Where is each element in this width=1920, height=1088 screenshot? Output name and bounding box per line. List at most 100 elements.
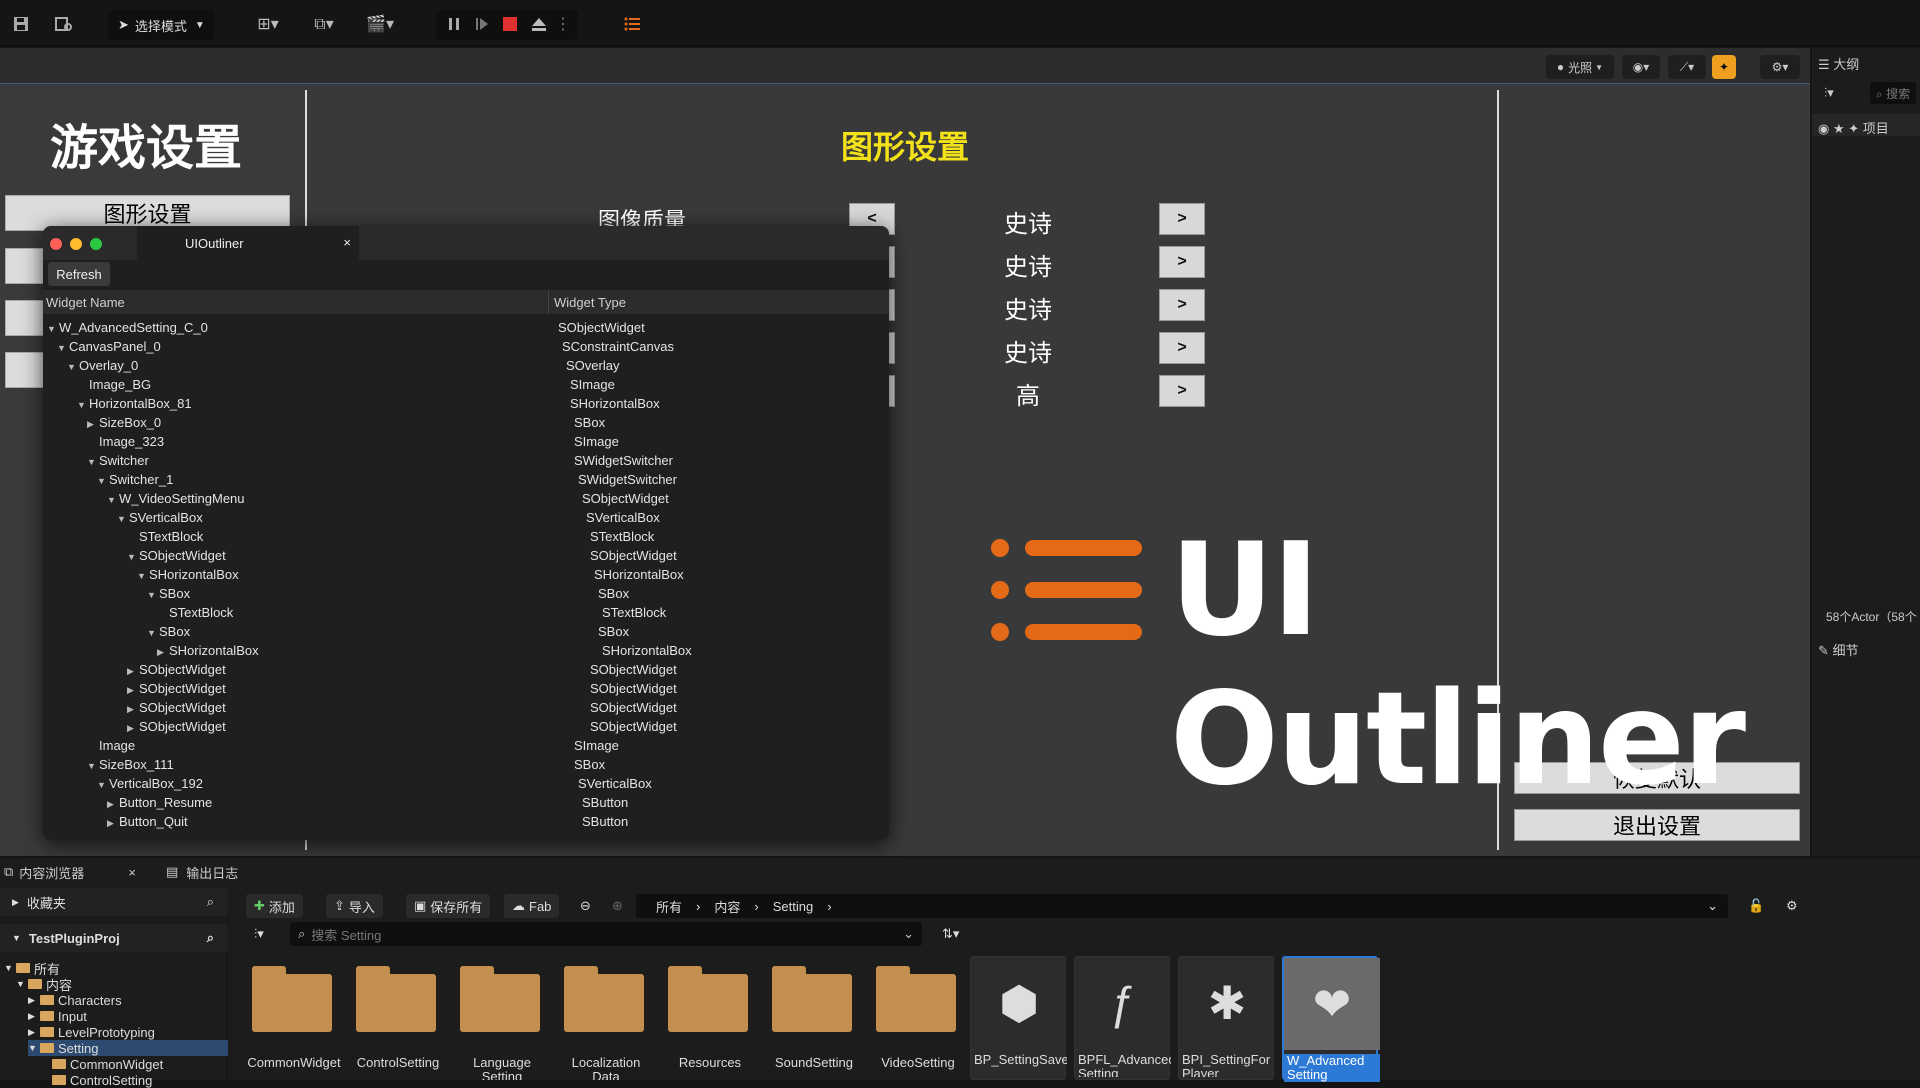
asset-tile[interactable]: ⬢ BP_SettingSave — [970, 956, 1067, 1080]
expanded-arrow-icon[interactable]: ▼ — [77, 400, 87, 410]
tree-folder-item[interactable]: ▶ Input — [28, 1008, 87, 1024]
folder-tile[interactable]: Resources — [662, 956, 758, 1080]
expanded-arrow-icon[interactable]: ▼ — [87, 761, 97, 771]
table-row[interactable]: ▼ SVerticalBox SVerticalBox — [43, 508, 889, 527]
eject-icon[interactable] — [528, 10, 550, 38]
collapsed-arrow-icon[interactable]: ▶ — [127, 666, 137, 677]
next-button[interactable]: > — [1159, 203, 1205, 235]
search-icon[interactable]: ⌕ — [207, 894, 214, 910]
asset-search-input[interactable]: ⌕ 搜索 Setting ⌄ — [290, 922, 922, 946]
add-button[interactable]: ✚ 添加 — [246, 894, 303, 918]
favorites-header[interactable]: ▶ 收藏夹 ⌕ — [0, 888, 228, 916]
expanded-arrow-icon[interactable]: ▼ — [57, 343, 67, 353]
table-row[interactable]: ▶ SObjectWidget SObjectWidget — [43, 660, 889, 679]
minimize-window-icon[interactable] — [70, 238, 82, 250]
table-row[interactable]: ▶ Button_Quit SButton — [43, 812, 889, 831]
expanded-arrow-icon[interactable]: ▼ — [47, 324, 57, 334]
table-row[interactable]: Image_323 SImage — [43, 432, 889, 451]
collapsed-arrow-icon[interactable]: ▶ — [87, 419, 97, 430]
expanded-arrow-icon[interactable]: ▼ — [97, 780, 107, 790]
folder-tile[interactable]: Language Setting — [454, 956, 550, 1080]
table-row[interactable]: ▼ Overlay_0 SOverlay — [43, 356, 889, 375]
asset-tile[interactable]: ❤ W_Advanced Setting — [1282, 956, 1380, 1082]
table-row[interactable]: ▼ W_VideoSettingMenu SObjectWidget — [43, 489, 889, 508]
snap-dropdown[interactable]: ⟋▾ — [1668, 55, 1706, 79]
menu-button-4[interactable] — [5, 352, 45, 388]
folder-tile[interactable]: CommonWidget — [246, 956, 342, 1080]
outline-search-input[interactable]: ⌕ 搜索 — [1870, 82, 1916, 104]
table-row[interactable]: ▼ SBox SBox — [43, 622, 889, 641]
table-row[interactable]: ▶ SHorizontalBox SHorizontalBox — [43, 641, 889, 660]
tab-output-log[interactable]: ▤ 输出日志 — [166, 858, 266, 886]
window-tab[interactable]: UIOutliner × — [137, 226, 359, 260]
forward-icon[interactable]: ⊕ — [604, 894, 631, 918]
expanded-arrow-icon[interactable]: ▼ — [107, 495, 117, 505]
table-row[interactable]: ▶ Button_Resume SButton — [43, 793, 889, 812]
tree-folder-item[interactable]: ControlSetting — [40, 1072, 152, 1088]
folder-tile[interactable]: ControlSetting — [350, 956, 446, 1080]
menu-button-3[interactable] — [5, 300, 45, 336]
chevron-right-icon[interactable]: ▶ — [28, 1011, 40, 1022]
chevron-down-icon[interactable]: ▼ — [28, 1043, 40, 1053]
tab-content-browser[interactable]: ⧉ 内容浏览器 × — [4, 858, 154, 886]
table-row[interactable]: ▼ CanvasPanel_0 SConstraintCanvas — [43, 337, 889, 356]
menu-button-2[interactable] — [5, 248, 45, 284]
table-row[interactable]: ▶ SObjectWidget SObjectWidget — [43, 679, 889, 698]
chevron-down-icon[interactable]: ▼ — [16, 979, 28, 989]
project-header[interactable]: ▼ TestPluginProj ⌕ — [0, 924, 228, 952]
asset-tile[interactable]: ƒ BPFL_Advanced Setting — [1074, 956, 1171, 1080]
table-row[interactable]: ▼ SBox SBox — [43, 584, 889, 603]
breadcrumb-item[interactable]: 内容 — [714, 897, 740, 916]
table-row[interactable]: ▼ W_AdvancedSetting_C_0 SObjectWidget — [43, 318, 889, 337]
gear-icon[interactable]: ⚙ — [1778, 894, 1806, 918]
table-row[interactable]: ▼ HorizontalBox_81 SHorizontalBox — [43, 394, 889, 413]
table-row[interactable]: ▶ SObjectWidget SObjectWidget — [43, 717, 889, 736]
fab-button[interactable]: ☁ Fab — [504, 894, 560, 918]
folder-tile[interactable]: SoundSetting — [766, 956, 862, 1080]
close-window-icon[interactable] — [50, 238, 62, 250]
table-row[interactable]: ▼ SizeBox_111 SBox — [43, 755, 889, 774]
expanded-arrow-icon[interactable]: ▼ — [137, 571, 147, 581]
expanded-arrow-icon[interactable]: ▼ — [97, 476, 107, 486]
cinematics-icon[interactable]: 🎬▾ — [360, 10, 400, 38]
table-row[interactable]: ▼ SHorizontalBox SHorizontalBox — [43, 565, 889, 584]
next-button[interactable]: > — [1159, 375, 1205, 407]
chevron-right-icon[interactable]: ▶ — [28, 1027, 40, 1038]
filter-icon[interactable]: ⫶▾ — [1824, 85, 1834, 101]
ui-outliner-icon[interactable] — [620, 10, 644, 38]
table-row[interactable]: ▶ SObjectWidget SObjectWidget — [43, 698, 889, 717]
show-eye-dropdown[interactable]: ◉▾ — [1622, 55, 1660, 79]
table-row[interactable]: ▼ VerticalBox_192 SVerticalBox — [43, 774, 889, 793]
table-row[interactable]: STextBlock STextBlock — [43, 603, 889, 622]
stop-icon[interactable] — [500, 10, 520, 38]
realtime-toggle[interactable]: ✦ — [1712, 55, 1736, 79]
more-options-icon[interactable]: ⋮ — [555, 10, 571, 38]
close-tab-icon[interactable]: × — [128, 865, 136, 880]
save-all-button[interactable]: ▣ 保存所有 — [406, 894, 491, 918]
table-row[interactable]: Image SImage — [43, 736, 889, 755]
chevron-down-icon[interactable]: ⌄ — [903, 926, 914, 942]
collapsed-arrow-icon[interactable]: ▶ — [157, 647, 167, 658]
folder-tile[interactable]: VideoSetting — [870, 956, 966, 1080]
maximize-window-icon[interactable] — [90, 238, 102, 250]
expanded-arrow-icon[interactable]: ▼ — [67, 362, 77, 372]
blueprint-icon[interactable]: ⧉▾ — [304, 10, 344, 38]
table-row[interactable]: ▶ SizeBox_0 SBox — [43, 413, 889, 432]
expanded-arrow-icon[interactable]: ▼ — [147, 590, 157, 600]
collapsed-arrow-icon[interactable]: ▶ — [127, 704, 137, 715]
expanded-arrow-icon[interactable]: ▼ — [87, 457, 97, 467]
table-row[interactable]: ▼ SObjectWidget SObjectWidget — [43, 546, 889, 565]
lighting-dropdown[interactable]: ● 光照 ▼ — [1546, 55, 1614, 79]
widget-name-header[interactable]: Widget Name — [46, 295, 125, 310]
import-button[interactable]: ⇪ 导入 — [326, 894, 383, 918]
tree-folder-item[interactable]: ▶ Characters — [28, 992, 122, 1008]
tree-folder-item[interactable]: ▼ Setting — [28, 1040, 228, 1056]
lock-icon[interactable]: 🔓 — [1740, 894, 1772, 918]
filter-icon[interactable]: ⫶▾ — [246, 922, 272, 946]
close-tab-icon[interactable]: × — [343, 235, 351, 250]
expanded-arrow-icon[interactable]: ▼ — [127, 552, 137, 562]
asset-tile[interactable]: ✱ BPI_SettingFor Player — [1178, 956, 1274, 1080]
refresh-button[interactable]: Refresh — [48, 262, 110, 286]
table-row[interactable]: STextBlock STextBlock — [43, 527, 889, 546]
pause-icon[interactable] — [444, 10, 464, 38]
